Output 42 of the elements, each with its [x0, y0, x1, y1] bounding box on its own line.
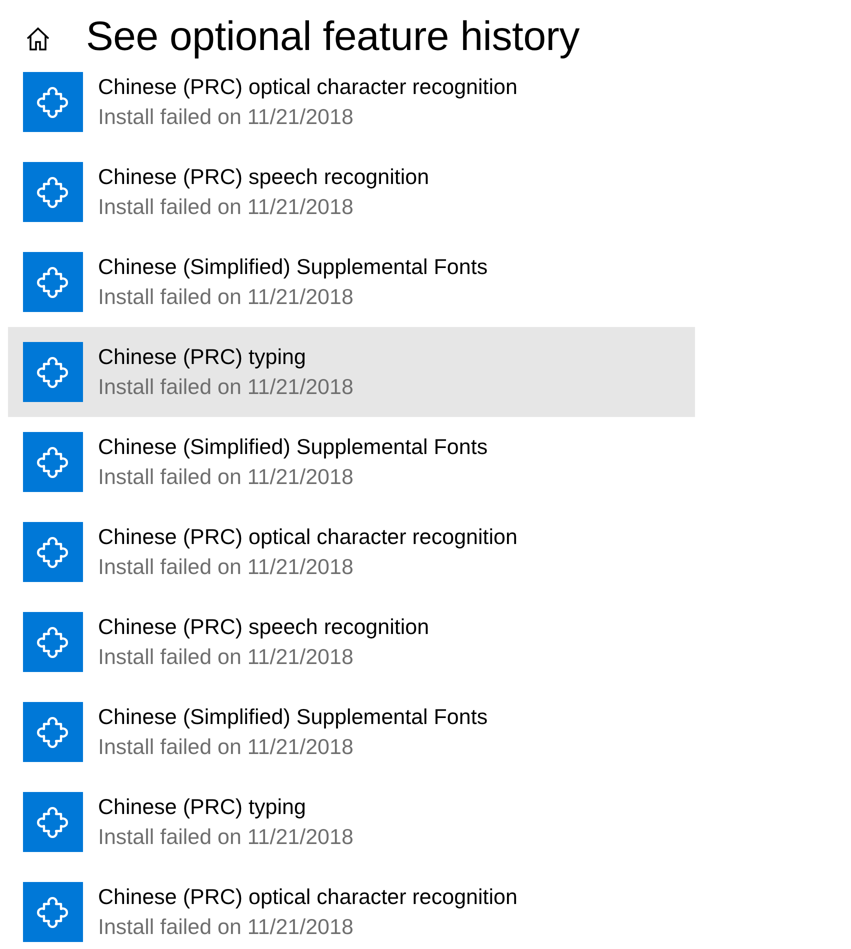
puzzle-piece-icon: [23, 432, 83, 492]
feature-name: Chinese (PRC) optical character recognition: [98, 524, 518, 551]
puzzle-piece-icon: [23, 72, 83, 132]
feature-name: Chinese (PRC) typing: [98, 344, 307, 371]
feature-history-item[interactable]: Chinese (Simplified) Supplemental Fonts Install failed on 11/21/2018: [8, 237, 695, 327]
puzzle-piece-icon: [23, 522, 83, 582]
install-status: Install failed on 11/21/2018: [98, 464, 354, 491]
install-status: Install failed on 11/21/2018: [98, 914, 354, 941]
puzzle-piece-icon: [23, 342, 83, 402]
install-status: Install failed on 11/21/2018: [98, 194, 354, 221]
feature-history-item[interactable]: Chinese (PRC) typing Install failed on 11/21/2018: [8, 327, 695, 417]
feature-history-item[interactable]: Chinese (PRC) optical character recognition Install failed on 11/21/2018: [8, 72, 695, 147]
install-status: Install failed on 11/21/2018: [98, 284, 354, 311]
feature-name: Chinese (PRC) optical character recognition: [98, 884, 518, 911]
puzzle-piece-icon: [23, 702, 83, 762]
feature-name: Chinese (Simplified) Supplemental Fonts: [98, 254, 488, 281]
puzzle-piece-icon: [23, 882, 83, 942]
puzzle-piece-icon: [23, 162, 83, 222]
feature-history-item[interactable]: Chinese (PRC) speech recognition Install failed on 11/21/2018: [8, 147, 695, 237]
feature-name: Chinese (Simplified) Supplemental Fonts: [98, 434, 488, 461]
puzzle-piece-icon: [23, 792, 83, 852]
puzzle-piece-icon: [23, 612, 83, 672]
feature-name: Chinese (PRC) typing: [98, 794, 307, 821]
install-status: Install failed on 11/21/2018: [98, 374, 354, 401]
page-title: See optional feature history: [86, 12, 580, 60]
feature-history-item[interactable]: Chinese (PRC) optical character recognition Install failed on 11/21/2018: [8, 507, 695, 597]
feature-history-item[interactable]: Chinese (PRC) speech recognition Install failed on 11/21/2018: [8, 597, 695, 687]
install-status: Install failed on 11/21/2018: [98, 824, 354, 851]
feature-history-item[interactable]: Chinese (PRC) typing Install failed on 11/21/2018: [8, 777, 695, 867]
feature-name: Chinese (PRC) optical character recognition: [98, 74, 518, 101]
feature-history-item[interactable]: Chinese (Simplified) Supplemental Fonts Install failed on 11/21/2018: [8, 687, 695, 777]
feature-name: Chinese (Simplified) Supplemental Fonts: [98, 704, 488, 731]
install-status: Install failed on 11/21/2018: [98, 554, 354, 581]
install-status: Install failed on 11/21/2018: [98, 644, 354, 671]
install-status: Install failed on 11/21/2018: [98, 734, 354, 761]
feature-history-item[interactable]: Chinese (Simplified) Supplemental Fonts Install failed on 11/21/2018: [8, 417, 695, 507]
puzzle-piece-icon: [23, 252, 83, 312]
feature-name: Chinese (PRC) speech recognition: [98, 614, 430, 641]
feature-name: Chinese (PRC) speech recognition: [98, 164, 430, 191]
feature-history-item[interactable]: Chinese (PRC) optical character recognition Install failed on 11/21/2018: [8, 867, 695, 949]
home-icon[interactable]: [24, 25, 52, 53]
install-status: Install failed on 11/21/2018: [98, 104, 354, 131]
